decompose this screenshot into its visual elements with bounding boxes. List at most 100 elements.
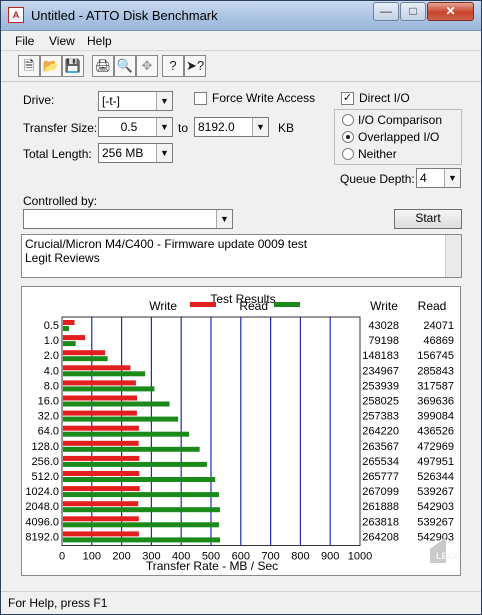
write-bar (63, 410, 137, 416)
write-bar (63, 380, 136, 386)
chevron-down-icon: ▼ (252, 118, 268, 136)
new-file-icon[interactable]: 🗎 (18, 55, 40, 77)
context-help-icon[interactable]: ➤? (184, 55, 206, 77)
read-value: 526344 (417, 471, 454, 483)
category-label: 1024.0 (25, 486, 59, 498)
category-label: 128.0 (31, 441, 59, 453)
read-bar (63, 371, 146, 377)
read-column-header: Read (418, 299, 447, 313)
read-bar (63, 446, 200, 452)
total-length-label: Total Length: (23, 147, 92, 161)
force-write-checkbox[interactable] (194, 92, 207, 105)
x-tick-label: 1000 (348, 551, 372, 563)
queue-depth-label: Queue Depth: (340, 172, 415, 186)
write-bar (63, 471, 140, 476)
category-label: 4096.0 (25, 516, 59, 528)
window-title: Untitled - ATTO Disk Benchmark (31, 8, 218, 23)
close-button[interactable]: ✕ (427, 2, 474, 21)
read-value: 436526 (417, 426, 454, 438)
write-value: 234967 (362, 365, 399, 377)
menu-view[interactable]: View (49, 34, 75, 48)
category-label: 256.0 (31, 456, 59, 468)
read-value: 369636 (417, 396, 454, 408)
read-value: 539267 (417, 516, 454, 528)
transfer-to-value: 8192.0 (198, 120, 235, 134)
status-bar: For Help, press F1 (1, 591, 481, 614)
drive-select[interactable]: [-t-] ▼ (98, 91, 173, 111)
category-label: 0.5 (44, 320, 59, 332)
overlapped-io-label: Overlapped I/O (358, 130, 440, 144)
write-value: 267099 (362, 486, 399, 498)
chevron-down-icon: ▼ (156, 144, 172, 162)
chevron-down-icon: ▼ (444, 169, 460, 187)
help-icon[interactable]: ? (162, 55, 184, 77)
save-icon[interactable]: 💾 (62, 55, 84, 77)
category-label: 32.0 (38, 411, 59, 423)
read-value: 24071 (423, 320, 454, 332)
write-value: 263567 (362, 441, 399, 453)
read-value: 472969 (417, 441, 454, 453)
open-folder-icon[interactable]: 📂 (40, 55, 62, 77)
write-bar (63, 516, 139, 522)
x-tick-label: 200 (112, 551, 130, 563)
read-value: 156745 (417, 350, 454, 362)
write-value: 253939 (362, 380, 399, 392)
write-value: 257383 (362, 411, 399, 423)
legend-read-label: Read (239, 299, 268, 313)
read-bar (63, 507, 220, 513)
to-label: to (178, 121, 189, 135)
read-value: 317587 (417, 380, 454, 392)
status-text: For Help, press F1 (8, 596, 108, 610)
menu-file[interactable]: File (15, 34, 34, 48)
total-length-select[interactable]: 256 MB ▼ (98, 143, 173, 163)
read-bar (63, 356, 108, 362)
write-value: 43028 (368, 320, 399, 332)
controlled-by-select[interactable]: ▼ (23, 209, 233, 229)
description-scrollbar[interactable] (445, 235, 461, 277)
description-line: Crucial/Micron M4/C400 - Firmware update… (25, 237, 308, 251)
menu-bar: File View Help (1, 31, 481, 51)
chevron-down-icon: ▼ (156, 118, 172, 136)
test-results-panel: Test Results Write Read Write Read Trans… (21, 286, 463, 576)
start-label: Start (415, 211, 441, 225)
print-preview-icon[interactable]: 🔍 (114, 55, 136, 77)
write-bar (63, 320, 75, 325)
direct-io-checkbox[interactable]: ✓ (341, 92, 354, 105)
direct-io-label: Direct I/O (359, 91, 410, 105)
write-value: 265534 (362, 456, 399, 468)
transfer-to-select[interactable]: 8192.0 ▼ (194, 117, 269, 137)
queue-depth-value: 4 (420, 171, 427, 185)
read-bar (63, 537, 220, 543)
x-tick-label: 400 (172, 551, 190, 563)
write-value: 265777 (362, 471, 399, 483)
menu-help[interactable]: Help (87, 34, 112, 48)
read-value: 285843 (417, 365, 454, 377)
description-textarea[interactable]: Crucial/Micron M4/C400 - Firmware update… (21, 234, 462, 278)
start-button[interactable]: Start (394, 209, 462, 229)
neither-radio[interactable] (342, 148, 354, 160)
read-bar (63, 461, 207, 467)
maximize-button[interactable]: □ (400, 2, 426, 21)
category-label: 512.0 (31, 471, 59, 483)
io-comparison-radio[interactable] (342, 114, 354, 126)
write-bar (63, 335, 86, 341)
queue-depth-select[interactable]: 4 ▼ (416, 168, 461, 188)
x-tick-label: 300 (142, 551, 160, 563)
write-value: 263818 (362, 516, 399, 528)
minimize-button[interactable]: — (373, 2, 399, 21)
move-icon[interactable]: ✥ (136, 55, 158, 77)
overlapped-io-radio[interactable] (342, 131, 354, 143)
write-value: 79198 (368, 335, 399, 347)
write-value: 258025 (362, 396, 399, 408)
description-line: Legit Reviews (25, 251, 100, 265)
read-value: 399084 (417, 411, 454, 423)
transfer-from-select[interactable]: 0.5 ▼ (98, 117, 173, 137)
read-bar (63, 522, 219, 528)
category-label: 8192.0 (25, 531, 59, 543)
write-bar (63, 395, 138, 401)
legend-write-swatch (190, 302, 216, 307)
print-icon[interactable]: 🖨 (92, 55, 114, 77)
write-column-header: Write (370, 299, 398, 313)
read-value: 46869 (423, 335, 454, 347)
write-bar (63, 425, 139, 431)
